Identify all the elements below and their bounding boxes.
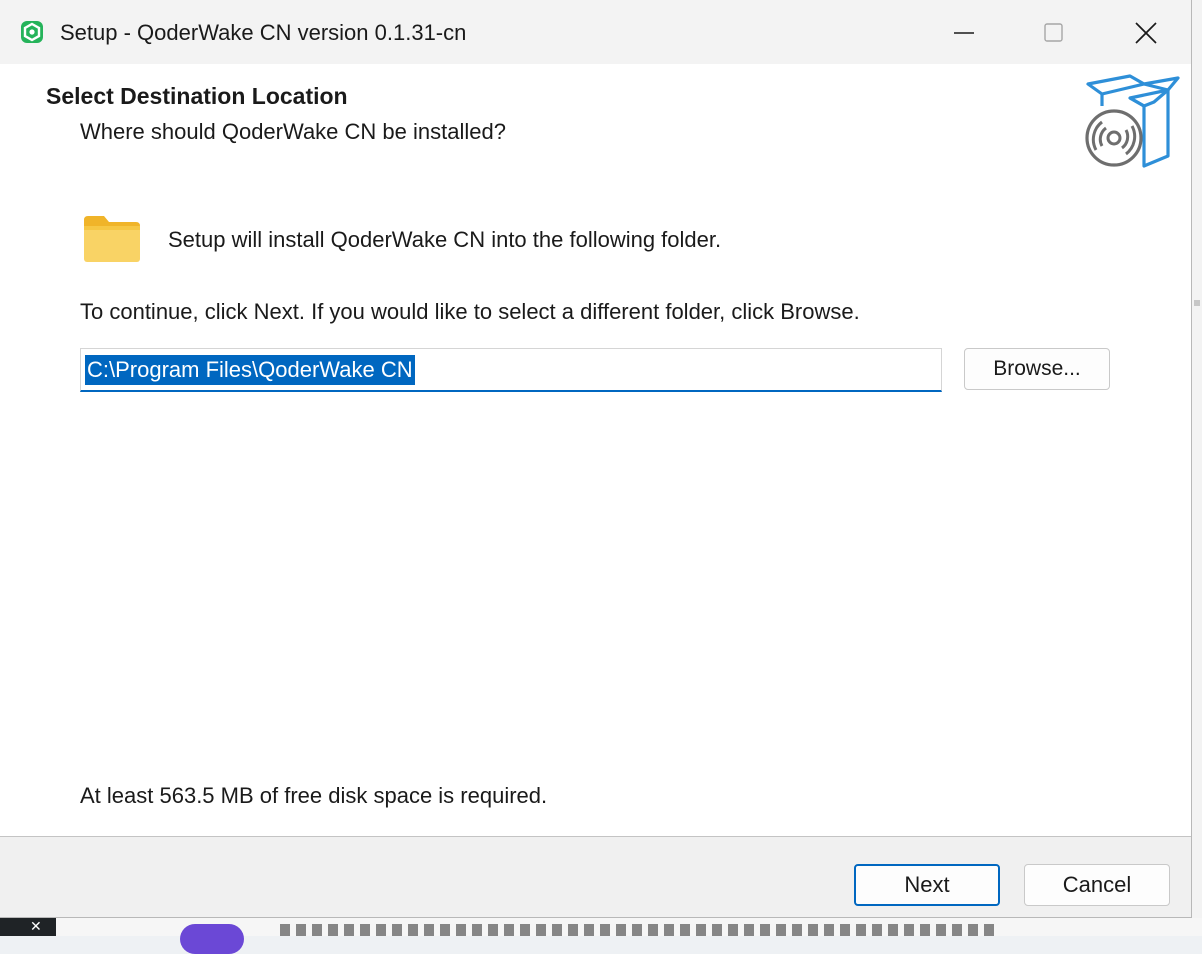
cancel-button[interactable]: Cancel xyxy=(1024,864,1170,906)
install-folder-text: Setup will install QoderWake CN into the… xyxy=(168,227,722,252)
close-icon xyxy=(1135,22,1157,44)
close-button[interactable] xyxy=(1110,8,1182,58)
app-logo-icon xyxy=(21,21,43,43)
background-avatar-fragment xyxy=(180,924,244,954)
maximize-button[interactable] xyxy=(1018,8,1090,58)
wizard-footer xyxy=(0,836,1191,917)
disk-space-requirement: At least 563.5 MB of free disk space is … xyxy=(80,783,548,808)
minimize-button[interactable] xyxy=(928,8,1000,58)
background-fragment xyxy=(1194,300,1200,306)
window-title: Setup - QoderWake CN version 0.1.31-cn xyxy=(60,20,467,45)
page-subtitle: Where should QoderWake CN be installed? xyxy=(80,119,506,144)
maximize-icon xyxy=(1044,23,1063,42)
destination-path-input[interactable]: C:\Program Files\QoderWake CN xyxy=(80,348,942,392)
next-button[interactable]: Next xyxy=(854,864,1000,906)
browse-button[interactable]: Browse... xyxy=(964,348,1110,390)
background-text-fragment xyxy=(280,924,1000,936)
background-terminal-fragment: ✕ xyxy=(0,918,56,936)
destination-path-value[interactable]: C:\Program Files\QoderWake CN xyxy=(85,355,415,385)
minimize-icon xyxy=(954,32,974,34)
folder-icon xyxy=(84,216,140,262)
setup-window: Setup - QoderWake CN version 0.1.31-cn S… xyxy=(0,0,1192,918)
background-close-glyph: ✕ xyxy=(30,919,42,935)
install-box-icon xyxy=(1085,74,1180,168)
title-bar[interactable]: Setup - QoderWake CN version 0.1.31-cn xyxy=(0,0,1191,64)
instructions-text: To continue, click Next. If you would li… xyxy=(80,299,860,324)
page-title: Select Destination Location xyxy=(46,83,348,109)
desktop-background-bottom: ✕ xyxy=(0,918,1202,954)
desktop-background-right xyxy=(1192,0,1202,936)
